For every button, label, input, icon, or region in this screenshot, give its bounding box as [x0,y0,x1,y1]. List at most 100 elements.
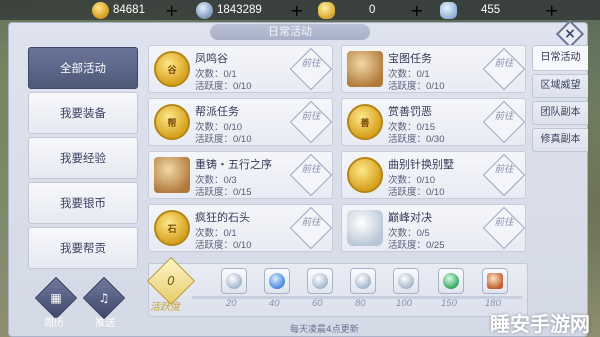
resource-ingot: 0 [318,1,375,19]
add-ingot-button[interactable]: + [410,1,423,20]
activity-progress-panel [148,263,528,317]
goto-label: 前往 [494,111,514,122]
push-label: 推送 [95,318,115,329]
close-icon: × [564,26,576,42]
tab-regional-prestige[interactable]: 区域威望 [532,74,588,98]
milestone-label: 150 [441,298,457,309]
goto-label: 前往 [494,164,514,175]
activity-points: 活跃度：0/10 [388,187,445,198]
coin-icon: 善 [347,104,383,140]
right-tab-bar: 日常活动 区域威望 团队副本 修真副本 [532,45,588,155]
panel-title: 日常活动 [210,24,370,40]
activity-card: 石 疯狂的石头 次数：0/1 活跃度：0/10 前往 [148,204,333,252]
reward-40[interactable] [264,268,290,294]
activity-name: 巅峰对决 [388,211,432,224]
weekly-calendar-label: 周历 [44,318,64,329]
tab-cultivation-dungeon[interactable]: 修真副本 [532,128,588,152]
menu-item-silver[interactable]: 我要银币 [28,182,138,224]
activity-name: 重铸・五行之序 [195,158,272,171]
activity-grid: 谷 凤鸣谷 次数：0/1 活跃度：0/10 前往 宝图任务 次数：0/1 活跃度… [148,45,528,257]
goto-button[interactable]: 前往 [289,153,333,197]
add-gem-button[interactable]: + [545,1,558,20]
green-gem-icon [443,273,459,289]
activity-points-label: 活跃度 [150,302,180,313]
goto-button[interactable]: 前往 [289,47,333,91]
goto-label: 前往 [494,58,514,69]
coin-icon: 谷 [154,51,190,87]
coin-icon: 帮 [154,104,190,140]
scroll-icon [487,273,503,289]
activity-card: 善 赏善罚恶 次数：0/15 活跃度：0/30 前往 [341,98,526,146]
resource-value: 0 [369,4,376,16]
silver-coin-icon [312,273,328,289]
calendar-icon: ▦ [50,291,62,305]
reset-note: 每天凌晨4点更新 [290,325,359,335]
goto-button[interactable]: 前往 [482,100,526,144]
activity-card: 重铸・五行之序 次数：0/3 活跃度：0/15 前往 [148,151,333,199]
goto-button[interactable]: 前往 [289,100,333,144]
add-gold-button[interactable]: + [165,1,178,20]
scroll-icon [154,157,190,193]
activity-name: 凤鸣谷 [195,52,228,65]
resource-value: 1843289 [217,4,262,16]
silver-piece-icon [355,273,371,289]
activity-name: 曲别针换别墅 [388,158,454,171]
reward-80[interactable] [350,268,376,294]
resource-gold: 84681 [92,1,145,19]
resource-value: 455 [481,4,501,16]
resource-silver: 1843289 [196,1,262,19]
reward-150[interactable] [438,268,464,294]
tab-daily-activity[interactable]: 日常活动 [532,45,588,71]
activity-card: 宝图任务 次数：0/1 活跃度：0/10 前往 [341,45,526,93]
reward-180[interactable] [482,268,508,294]
activity-points: 活跃度：0/10 [388,81,445,92]
resource-value: 84681 [113,4,145,16]
activity-card: 曲别针换别墅 次数：0/10 活跃度：0/10 前往 [341,151,526,199]
gold-coin-icon [92,1,109,19]
activity-points: 活跃度：0/10 [195,240,252,251]
activity-points: 活跃度：0/15 [195,187,252,198]
activity-points: 活跃度：0/25 [388,240,445,251]
add-silver-button[interactable]: + [290,1,303,20]
resource-bar: 84681 + 1843289 + 0 + 455 + [0,0,600,20]
menu-item-all[interactable]: 全部活动 [28,47,138,89]
goto-label: 前往 [301,217,321,228]
menu-item-equipment[interactable]: 我要装备 [28,92,138,134]
goto-label: 前往 [301,111,321,122]
goto-label: 前往 [301,58,321,69]
resource-gem: 455 [440,1,500,19]
silver-gem-icon [440,1,457,19]
milestone-label: 100 [396,298,412,309]
scroll-icon [347,51,383,87]
milestone-label: 40 [269,298,280,309]
silver-coin-icon [226,273,242,289]
activity-card: 谷 凤鸣谷 次数：0/1 活跃度：0/10 前往 [148,45,333,93]
reward-20[interactable] [221,268,247,294]
silver-piece-icon [347,210,383,246]
activity-points-value: 0 [167,274,175,288]
goto-label: 前往 [301,164,321,175]
activity-name: 疯狂的石头 [195,211,250,224]
goto-button[interactable]: 前往 [482,47,526,91]
activity-card: 帮 帮派任务 次数：0/10 活跃度：0/10 前往 [148,98,333,146]
menu-item-contribution[interactable]: 我要帮贡 [28,227,138,269]
blue-orb-icon [269,273,285,289]
goto-label: 前往 [494,217,514,228]
milestone-label: 20 [226,298,237,309]
reward-100[interactable] [393,268,419,294]
activity-points: 活跃度：0/10 [195,81,252,92]
goto-button[interactable]: 前往 [289,206,333,250]
silver-coin-icon [196,1,213,19]
tab-team-dungeon[interactable]: 团队副本 [532,101,588,125]
silver-coin-icon [398,273,414,289]
category-menu: 全部活动 我要装备 我要经验 我要银币 我要帮贡 [28,47,138,272]
goto-button[interactable]: 前往 [482,206,526,250]
reward-60[interactable] [307,268,333,294]
activity-name: 赏善罚恶 [388,105,432,118]
goto-button[interactable]: 前往 [482,153,526,197]
menu-item-experience[interactable]: 我要经验 [28,137,138,179]
bell-icon: ♫ [98,291,110,305]
coin-icon [347,157,383,193]
milestone-label: 80 [355,298,366,309]
activity-card: 巅峰对决 次数：0/5 活跃度：0/25 前往 [341,204,526,252]
